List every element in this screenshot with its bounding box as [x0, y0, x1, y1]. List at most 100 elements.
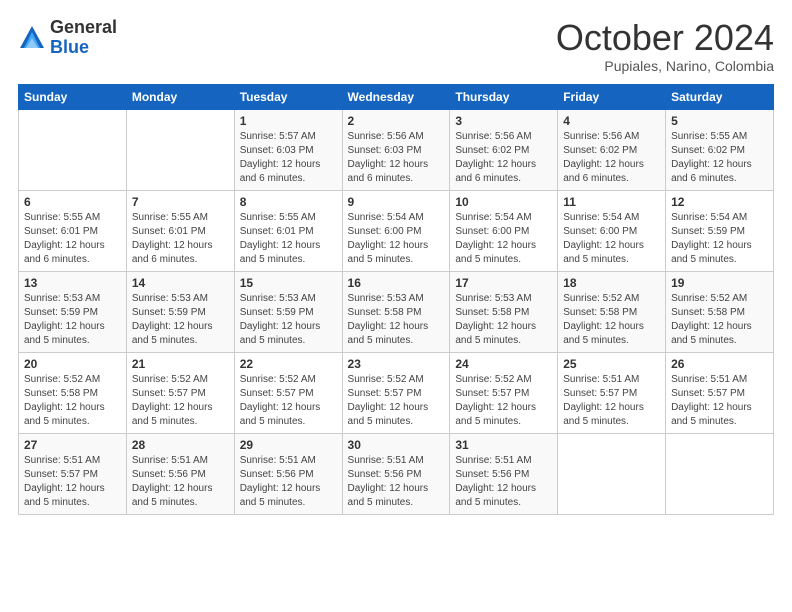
day-info: Sunrise: 5:52 AM Sunset: 5:58 PM Dayligh… [24, 373, 121, 429]
col-saturday: Saturday [666, 84, 774, 109]
day-number: 7 [132, 195, 229, 209]
day-number: 10 [455, 195, 552, 209]
day-info: Sunrise: 5:51 AM Sunset: 5:56 PM Dayligh… [240, 454, 337, 510]
col-tuesday: Tuesday [234, 84, 342, 109]
day-number: 17 [455, 276, 552, 290]
day-info: Sunrise: 5:51 AM Sunset: 5:56 PM Dayligh… [455, 454, 552, 510]
calendar-cell: 4 Sunrise: 5:56 AM Sunset: 6:02 PM Daylig… [558, 109, 666, 190]
calendar-cell: 8 Sunrise: 5:55 AM Sunset: 6:01 PM Daylig… [234, 190, 342, 271]
day-number: 20 [24, 357, 121, 371]
calendar-cell: 24Sunrise: 5:52 AM Sunset: 5:57 PM Dayli… [450, 352, 558, 433]
calendar-cell: 5 Sunrise: 5:55 AM Sunset: 6:02 PM Daylig… [666, 109, 774, 190]
day-number: 30 [348, 438, 445, 452]
col-wednesday: Wednesday [342, 84, 450, 109]
day-number: 14 [132, 276, 229, 290]
day-info: Sunrise: 5:51 AM Sunset: 5:57 PM Dayligh… [671, 373, 768, 429]
month-title: October 2024 [556, 18, 774, 58]
day-number: 19 [671, 276, 768, 290]
day-info: Sunrise: 5:51 AM Sunset: 5:56 PM Dayligh… [348, 454, 445, 510]
day-number: 4 [563, 114, 660, 128]
day-number: 9 [348, 195, 445, 209]
day-info: Sunrise: 5:52 AM Sunset: 5:57 PM Dayligh… [348, 373, 445, 429]
day-info: Sunrise: 5:51 AM Sunset: 5:57 PM Dayligh… [563, 373, 660, 429]
day-number: 11 [563, 195, 660, 209]
calendar-cell: 17 Sunrise: 5:53 AM Sunset: 5:58 PM Dayli… [450, 271, 558, 352]
day-info: Sunrise: 5:55 AM Sunset: 6:01 PM Dayligh… [240, 211, 337, 267]
day-number: 2 [348, 114, 445, 128]
logo-general: General [50, 18, 117, 38]
day-number: 3 [455, 114, 552, 128]
header-row: Sunday Monday Tuesday Wednesday Thursday… [19, 84, 774, 109]
title-section: October 2024 Pupiales, Narino, Colombia [556, 18, 774, 74]
calendar-cell: 19 Sunrise: 5:52 AM Sunset: 5:58 PM Dayli… [666, 271, 774, 352]
day-info: Sunrise: 5:53 AM Sunset: 5:59 PM Dayligh… [24, 292, 121, 348]
day-number: 25 [563, 357, 660, 371]
calendar-cell: 27Sunrise: 5:51 AM Sunset: 5:57 PM Dayli… [19, 433, 127, 514]
calendar-cell: 12 Sunrise: 5:54 AM Sunset: 5:59 PM Dayli… [666, 190, 774, 271]
day-number: 6 [24, 195, 121, 209]
day-number: 12 [671, 195, 768, 209]
col-friday: Friday [558, 84, 666, 109]
header: General Blue October 2024 Pupiales, Nari… [18, 18, 774, 74]
day-info: Sunrise: 5:56 AM Sunset: 6:02 PM Dayligh… [455, 130, 552, 186]
day-number: 22 [240, 357, 337, 371]
calendar-cell: 25 Sunrise: 5:51 AM Sunset: 5:57 PM Dayli… [558, 352, 666, 433]
day-info: Sunrise: 5:55 AM Sunset: 6:01 PM Dayligh… [132, 211, 229, 267]
calendar-cell: 31 Sunrise: 5:51 AM Sunset: 5:56 PM Dayli… [450, 433, 558, 514]
calendar-cell: 10 Sunrise: 5:54 AM Sunset: 6:00 PM Dayli… [450, 190, 558, 271]
calendar-cell: 21 Sunrise: 5:52 AM Sunset: 5:57 PM Dayli… [126, 352, 234, 433]
day-info: Sunrise: 5:52 AM Sunset: 5:57 PM Dayligh… [132, 373, 229, 429]
day-info: Sunrise: 5:55 AM Sunset: 6:02 PM Dayligh… [671, 130, 768, 186]
day-number: 8 [240, 195, 337, 209]
logo: General Blue [18, 18, 117, 58]
day-info: Sunrise: 5:52 AM Sunset: 5:57 PM Dayligh… [455, 373, 552, 429]
day-info: Sunrise: 5:53 AM Sunset: 5:59 PM Dayligh… [240, 292, 337, 348]
calendar-week-1: 1 Sunrise: 5:57 AM Sunset: 6:03 PM Daylig… [19, 109, 774, 190]
calendar-cell [558, 433, 666, 514]
calendar-cell: 29Sunrise: 5:51 AM Sunset: 5:56 PM Dayli… [234, 433, 342, 514]
day-number: 16 [348, 276, 445, 290]
day-info: Sunrise: 5:57 AM Sunset: 6:03 PM Dayligh… [240, 130, 337, 186]
day-number: 1 [240, 114, 337, 128]
calendar-cell: 11 Sunrise: 5:54 AM Sunset: 6:00 PM Dayli… [558, 190, 666, 271]
calendar-week-4: 20 Sunrise: 5:52 AM Sunset: 5:58 PM Dayli… [19, 352, 774, 433]
calendar-cell: 15Sunrise: 5:53 AM Sunset: 5:59 PM Dayli… [234, 271, 342, 352]
day-number: 28 [132, 438, 229, 452]
calendar-cell: 13 Sunrise: 5:53 AM Sunset: 5:59 PM Dayli… [19, 271, 127, 352]
day-info: Sunrise: 5:54 AM Sunset: 6:00 PM Dayligh… [455, 211, 552, 267]
calendar-page: General Blue October 2024 Pupiales, Nari… [0, 0, 792, 612]
col-monday: Monday [126, 84, 234, 109]
day-info: Sunrise: 5:52 AM Sunset: 5:58 PM Dayligh… [563, 292, 660, 348]
logo-blue: Blue [50, 38, 117, 58]
day-number: 13 [24, 276, 121, 290]
day-info: Sunrise: 5:52 AM Sunset: 5:58 PM Dayligh… [671, 292, 768, 348]
day-info: Sunrise: 5:53 AM Sunset: 5:59 PM Dayligh… [132, 292, 229, 348]
logo-icon [18, 24, 46, 52]
day-info: Sunrise: 5:53 AM Sunset: 5:58 PM Dayligh… [455, 292, 552, 348]
day-info: Sunrise: 5:56 AM Sunset: 6:03 PM Dayligh… [348, 130, 445, 186]
calendar-cell: 20 Sunrise: 5:52 AM Sunset: 5:58 PM Dayli… [19, 352, 127, 433]
day-number: 23 [348, 357, 445, 371]
calendar-cell: 7 Sunrise: 5:55 AM Sunset: 6:01 PM Daylig… [126, 190, 234, 271]
day-number: 26 [671, 357, 768, 371]
day-number: 21 [132, 357, 229, 371]
calendar-cell: 1 Sunrise: 5:57 AM Sunset: 6:03 PM Daylig… [234, 109, 342, 190]
day-info: Sunrise: 5:51 AM Sunset: 5:56 PM Dayligh… [132, 454, 229, 510]
day-info: Sunrise: 5:54 AM Sunset: 5:59 PM Dayligh… [671, 211, 768, 267]
calendar-cell: 3 Sunrise: 5:56 AM Sunset: 6:02 PM Daylig… [450, 109, 558, 190]
calendar-cell: 2 Sunrise: 5:56 AM Sunset: 6:03 PM Daylig… [342, 109, 450, 190]
calendar-cell: 28 Sunrise: 5:51 AM Sunset: 5:56 PM Dayli… [126, 433, 234, 514]
calendar-cell: 14 Sunrise: 5:53 AM Sunset: 5:59 PM Dayli… [126, 271, 234, 352]
day-info: Sunrise: 5:56 AM Sunset: 6:02 PM Dayligh… [563, 130, 660, 186]
calendar-cell [666, 433, 774, 514]
calendar-cell: 26 Sunrise: 5:51 AM Sunset: 5:57 PM Dayli… [666, 352, 774, 433]
day-number: 18 [563, 276, 660, 290]
day-info: Sunrise: 5:52 AM Sunset: 5:57 PM Dayligh… [240, 373, 337, 429]
day-info: Sunrise: 5:51 AM Sunset: 5:57 PM Dayligh… [24, 454, 121, 510]
calendar-cell: 23 Sunrise: 5:52 AM Sunset: 5:57 PM Dayli… [342, 352, 450, 433]
calendar-cell: 30 Sunrise: 5:51 AM Sunset: 5:56 PM Dayli… [342, 433, 450, 514]
day-number: 5 [671, 114, 768, 128]
day-info: Sunrise: 5:53 AM Sunset: 5:58 PM Dayligh… [348, 292, 445, 348]
day-number: 31 [455, 438, 552, 452]
day-info: Sunrise: 5:54 AM Sunset: 6:00 PM Dayligh… [563, 211, 660, 267]
